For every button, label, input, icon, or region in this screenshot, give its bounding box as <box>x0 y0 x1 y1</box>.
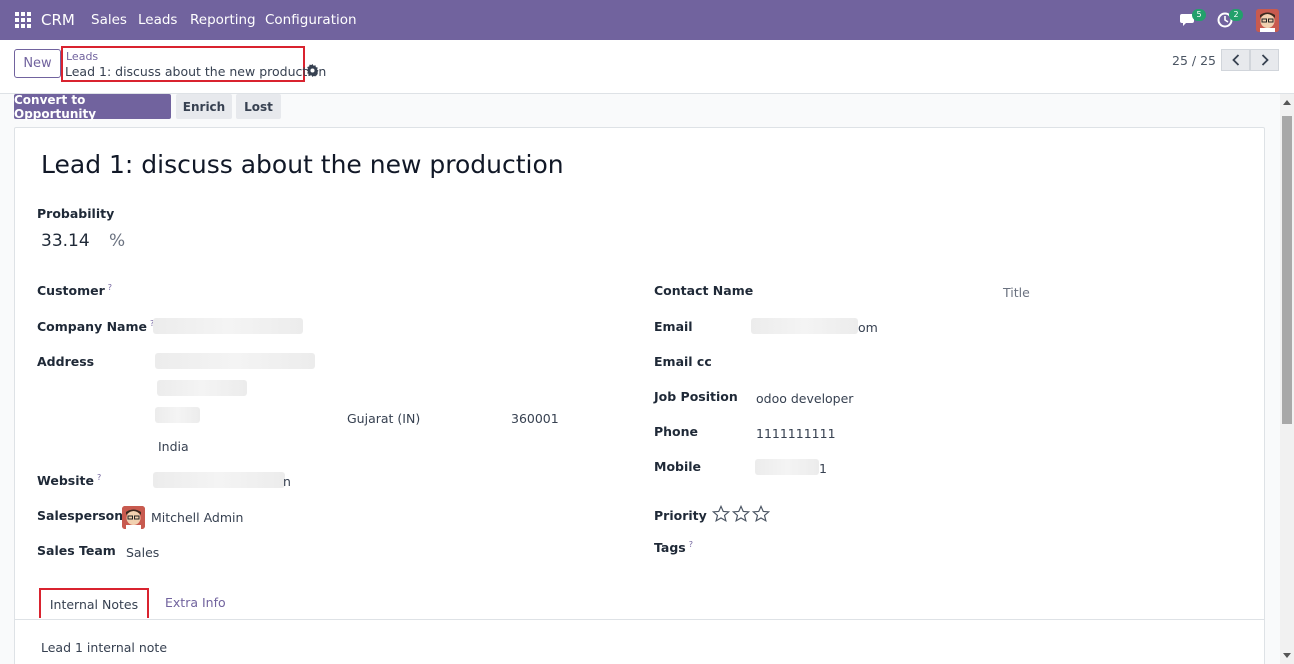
lost-button[interactable]: Lost <box>236 94 281 119</box>
breadcrumb: Leads Lead 1: discuss about the new prod… <box>61 46 326 82</box>
chevron-left-icon <box>1231 54 1239 66</box>
status-action-bar: Convert to Opportunity Enrich Lost <box>0 93 1280 121</box>
website-field-suffix: n <box>283 474 291 489</box>
messages-count-badge: 5 <box>1192 9 1206 21</box>
pager-previous-button[interactable] <box>1221 49 1250 71</box>
city-field-redacted[interactable] <box>155 407 200 423</box>
scroll-up-arrow-icon[interactable] <box>1283 100 1291 105</box>
street2-field-redacted[interactable] <box>157 380 247 396</box>
tags-label: Tags? <box>654 540 693 555</box>
priority-label: Priority <box>654 508 707 523</box>
mobile-field-redacted[interactable] <box>755 459 819 475</box>
salesperson-label: Salesperson <box>37 508 124 523</box>
menu-sales[interactable]: Sales <box>91 12 127 28</box>
activities-count-badge: 2 <box>1229 9 1243 21</box>
tabs-divider <box>15 619 1264 620</box>
address-label: Address <box>37 354 95 369</box>
internal-notes-text[interactable]: Lead 1 internal note <box>41 640 167 655</box>
email-label: Email <box>654 319 693 334</box>
new-button[interactable]: New <box>14 49 61 78</box>
pager-value[interactable]: 25 / 25 <box>1172 53 1216 68</box>
mobile-field-suffix: 1 <box>819 461 827 476</box>
website-field-redacted[interactable] <box>153 472 285 488</box>
contact-name-label: Contact Name <box>654 283 754 298</box>
apps-menu-icon[interactable] <box>15 12 31 28</box>
customer-help-mark[interactable]: ? <box>108 283 112 292</box>
convert-to-opportunity-button[interactable]: Convert to Opportunity <box>14 93 171 121</box>
priority-star-3-icon[interactable] <box>752 505 770 523</box>
company-name-field-redacted[interactable] <box>153 318 303 334</box>
tags-help-mark[interactable]: ? <box>689 540 693 549</box>
website-label: Website? <box>37 473 102 488</box>
form-sheet: Lead 1: discuss about the new production… <box>14 127 1265 664</box>
menu-leads[interactable]: Leads <box>138 12 177 28</box>
phone-field[interactable]: 1111111111 <box>756 426 836 441</box>
breadcrumb-current-record: Lead 1: discuss about the new production <box>65 64 327 79</box>
lead-title[interactable]: Lead 1: discuss about the new production <box>41 150 564 179</box>
control-panel: New Leads Lead 1: discuss about the new … <box>0 40 1294 94</box>
email-cc-label: Email cc <box>654 354 712 369</box>
probability-label: Probability <box>37 206 115 221</box>
country-field[interactable]: India <box>158 439 189 454</box>
sales-team-label: Sales Team <box>37 543 116 558</box>
email-field-suffix: om <box>858 320 878 335</box>
salesperson-field[interactable]: Mitchell Admin <box>151 510 243 525</box>
scroll-down-arrow-icon[interactable] <box>1283 653 1291 658</box>
menu-configuration[interactable]: Configuration <box>265 12 357 28</box>
tab-internal-notes[interactable]: Internal Notes <box>39 588 149 618</box>
enrich-button[interactable]: Enrich <box>176 94 232 119</box>
gear-icon[interactable] <box>306 64 319 77</box>
chevron-right-icon <box>1261 54 1269 66</box>
website-help-mark[interactable]: ? <box>97 473 101 482</box>
breadcrumb-leads-link[interactable]: Leads <box>66 50 98 63</box>
mobile-label: Mobile <box>654 459 702 474</box>
tab-extra-info[interactable]: Extra Info <box>165 595 226 610</box>
menu-reporting[interactable]: Reporting <box>190 12 256 28</box>
street-field-redacted[interactable] <box>155 353 315 369</box>
email-field-redacted[interactable] <box>751 318 858 334</box>
state-field[interactable]: Gujarat (IN) <box>347 411 420 426</box>
phone-label: Phone <box>654 424 699 439</box>
pager-next-button[interactable] <box>1250 49 1279 71</box>
app-name[interactable]: CRM <box>41 11 75 29</box>
job-position-field[interactable]: odoo developer <box>756 391 853 406</box>
priority-star-1-icon[interactable] <box>712 505 730 523</box>
priority-star-2-icon[interactable] <box>732 505 750 523</box>
probability-input[interactable]: 33.14 <box>41 231 90 251</box>
user-avatar[interactable] <box>1256 9 1279 32</box>
sales-team-field[interactable]: Sales <box>126 545 159 560</box>
job-position-label: Job Position <box>654 389 738 404</box>
zip-field[interactable]: 360001 <box>511 411 559 426</box>
top-navbar: CRM Sales Leads Reporting Configuration … <box>0 0 1294 40</box>
probability-unit: % <box>109 231 126 251</box>
title-field[interactable]: Title <box>1003 285 1030 300</box>
vertical-scrollbar[interactable] <box>1280 94 1294 664</box>
customer-label: Customer? <box>37 283 112 298</box>
scroll-thumb[interactable] <box>1282 116 1292 424</box>
salesperson-avatar <box>122 506 145 529</box>
company-name-label: Company Name? <box>37 319 154 334</box>
